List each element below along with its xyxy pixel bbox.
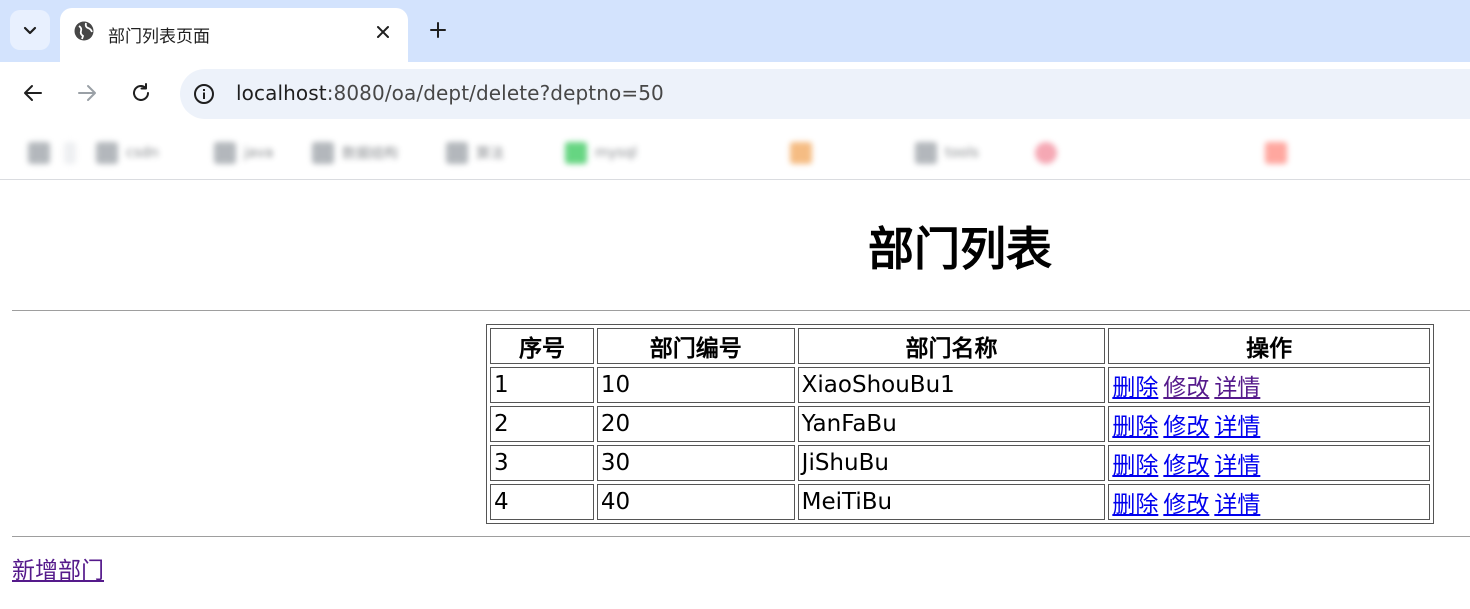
- cell-index: 4: [490, 484, 594, 520]
- cell-actions: 删除 修改 详情: [1108, 406, 1430, 442]
- back-button[interactable]: [15, 75, 51, 111]
- column-header-dname: 部门名称: [797, 328, 1106, 364]
- url-host: localhost: [236, 81, 327, 105]
- reload-icon: [133, 83, 149, 101]
- cell-actions: 删除 修改 详情: [1108, 367, 1430, 403]
- bookmark-label: java: [244, 145, 274, 161]
- edit-link[interactable]: 修改: [1163, 492, 1209, 518]
- detail-link[interactable]: 详情: [1214, 453, 1260, 479]
- cell-actions: 删除 修改 详情: [1108, 445, 1430, 481]
- url-path: :8080/oa/dept/delete?deptno=50: [326, 81, 664, 105]
- reload-button[interactable]: [123, 75, 159, 111]
- folder-icon: [96, 142, 118, 164]
- delete-link[interactable]: 删除: [1112, 453, 1158, 479]
- tab-strip: 部门列表页面: [0, 0, 1470, 62]
- edit-link[interactable]: 修改: [1163, 414, 1209, 440]
- bookmark-icon: [1035, 142, 1057, 164]
- tab-search-button[interactable]: [10, 10, 50, 50]
- page-title: 部门列表: [868, 222, 1052, 276]
- bookmark-icon: [64, 142, 76, 164]
- bookmark-icon: [565, 142, 587, 164]
- edit-link[interactable]: 修改: [1163, 453, 1209, 479]
- bookmark-icon: [28, 142, 50, 164]
- address-bar[interactable]: localhost:8080/oa/dept/delete?deptno=50: [180, 69, 1470, 119]
- edit-link[interactable]: 修改: [1163, 375, 1209, 401]
- divider: [12, 536, 1470, 537]
- bookmark-label: csdn: [126, 145, 159, 161]
- cell-actions: 删除 修改 详情: [1108, 484, 1430, 520]
- chevron-down-icon: [23, 26, 37, 35]
- cell-deptno: 40: [596, 484, 795, 520]
- bookmark-folder[interactable]: 算法: [446, 140, 504, 166]
- bookmark-item[interactable]: [28, 140, 50, 166]
- cell-index: 3: [490, 445, 594, 481]
- tab-title: 部门列表页面: [108, 27, 210, 47]
- bookmark-folder[interactable]: 数据结构: [312, 140, 398, 166]
- active-tab[interactable]: 部门列表页面: [60, 8, 408, 62]
- detail-link[interactable]: 详情: [1214, 492, 1260, 518]
- column-header-index: 序号: [490, 328, 594, 364]
- page-content: 部门列表 序号 部门编号 部门名称 操作 1 10 XiaoShouBu1 删除…: [0, 181, 1470, 609]
- cell-index: 1: [490, 367, 594, 403]
- bookmark-icon: [1265, 142, 1287, 164]
- bookmark-label: tools: [945, 145, 979, 161]
- folder-icon: [214, 142, 236, 164]
- bookmarks-bar: csdn java 数据结构 算法 mysql tools: [0, 126, 1470, 180]
- table-row: 3 30 JiShuBu 删除 修改 详情: [490, 445, 1430, 481]
- cell-dname: MeiTiBu: [797, 484, 1106, 520]
- cell-dname: YanFaBu: [797, 406, 1106, 442]
- plus-icon: [430, 22, 446, 38]
- bookmark-icon: [790, 142, 812, 164]
- cell-deptno: 30: [596, 445, 795, 481]
- cell-index: 2: [490, 406, 594, 442]
- bookmark-label: mysql: [595, 145, 637, 161]
- bookmark-item[interactable]: mysql: [565, 140, 637, 166]
- delete-link[interactable]: 删除: [1112, 414, 1158, 440]
- bookmark-item[interactable]: [790, 140, 890, 166]
- arrow-right-icon: [78, 85, 96, 101]
- bookmark-item[interactable]: [1265, 140, 1470, 166]
- site-info-icon[interactable]: [192, 82, 216, 106]
- bookmark-folder[interactable]: java: [214, 140, 273, 166]
- cell-deptno: 20: [596, 406, 795, 442]
- delete-link[interactable]: 删除: [1112, 492, 1158, 518]
- bookmark-label: 算法: [476, 146, 504, 162]
- close-icon: [377, 26, 389, 38]
- detail-link[interactable]: 详情: [1214, 414, 1260, 440]
- detail-link[interactable]: 详情: [1214, 375, 1260, 401]
- column-header-deptno: 部门编号: [596, 328, 795, 364]
- bookmark-label: 数据结构: [342, 146, 398, 162]
- cell-dname: JiShuBu: [797, 445, 1106, 481]
- table-row: 1 10 XiaoShouBu1 删除 修改 详情: [490, 367, 1430, 403]
- bookmark-folder[interactable]: csdn: [96, 140, 159, 166]
- folder-icon: [915, 142, 937, 164]
- folder-icon: [312, 142, 334, 164]
- new-tab-button[interactable]: [424, 16, 452, 44]
- dept-table: 序号 部门编号 部门名称 操作 1 10 XiaoShouBu1 删除 修改 详情 …: [486, 324, 1434, 524]
- add-dept-link[interactable]: 新增部门: [12, 551, 104, 585]
- delete-link[interactable]: 删除: [1112, 375, 1158, 401]
- bookmark-folder[interactable]: tools: [915, 140, 979, 166]
- globe-icon: [74, 21, 94, 41]
- cell-dname: XiaoShouBu1: [797, 367, 1106, 403]
- bookmark-item[interactable]: [64, 140, 76, 166]
- table-header-row: 序号 部门编号 部门名称 操作: [490, 328, 1430, 364]
- column-header-actions: 操作: [1108, 328, 1430, 364]
- cell-deptno: 10: [596, 367, 795, 403]
- table-row: 4 40 MeiTiBu 删除 修改 详情: [490, 484, 1430, 520]
- close-tab-button[interactable]: [370, 19, 396, 45]
- folder-icon: [446, 142, 468, 164]
- table-row: 2 20 YanFaBu 删除 修改 详情: [490, 406, 1430, 442]
- browser-toolbar: localhost:8080/oa/dept/delete?deptno=50: [0, 62, 1470, 126]
- bookmark-item[interactable]: [1035, 140, 1235, 166]
- arrow-left-icon: [24, 85, 42, 101]
- forward-button[interactable]: [69, 75, 105, 111]
- divider: [12, 310, 1470, 311]
- url-text[interactable]: localhost:8080/oa/dept/delete?deptno=50: [236, 81, 664, 105]
